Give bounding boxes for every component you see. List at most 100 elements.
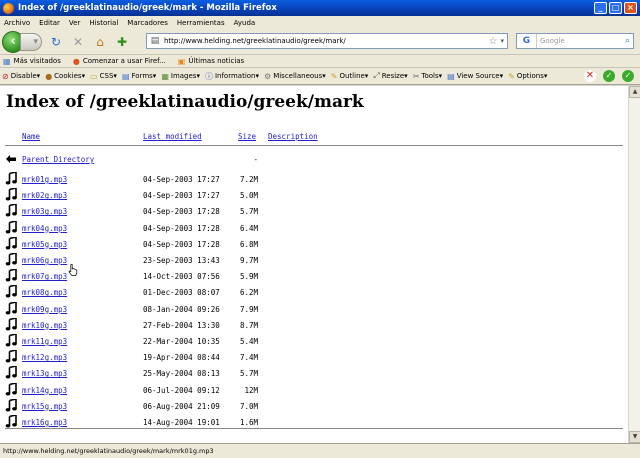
minimize-button[interactable]: _ (594, 2, 607, 14)
file-size-cell: 6.2M (239, 288, 258, 298)
dev-tools[interactable]: ✂ Tools▾ (413, 72, 442, 81)
bookmark-comenzar[interactable]: ● Comenzar a usar Firef... (73, 57, 166, 66)
search-icon[interactable]: ⌕ (625, 36, 630, 46)
file-name-cell: mrk07g.mp3 (22, 272, 67, 281)
file-date-cell: 01-Dec-2003 08:07 (143, 288, 220, 298)
bookmark-label: Más visitados (13, 57, 61, 65)
column-size-header[interactable]: Size (238, 132, 256, 141)
cookie-icon: ● (45, 71, 53, 81)
sort-name-link[interactable]: Name (22, 132, 40, 141)
disable-icon: ⊘ (2, 71, 9, 81)
bookmark-ultimas-noticias[interactable]: ▣ Últimas noticias (178, 57, 244, 66)
column-name-header[interactable]: Name (22, 132, 40, 141)
file-name-cell: mrk08g.mp3 (22, 288, 67, 297)
url-bar[interactable]: ▤ http://www.helding.net/greeklatinaudio… (146, 33, 508, 49)
file-link[interactable]: mrk05g.mp3 (22, 240, 67, 249)
js-status-icon[interactable]: ✓ (622, 70, 634, 82)
dev-css[interactable]: ▭ CSS▾ (90, 72, 117, 81)
home-icon[interactable]: ⌂ (92, 34, 108, 50)
sort-size-link[interactable]: Size (238, 132, 256, 141)
page-content: Index of /greeklatinaudio/greek/mark Nam… (0, 86, 628, 443)
file-link[interactable]: mrk02g.mp3 (22, 191, 67, 200)
maximize-button[interactable]: □ (609, 2, 622, 14)
file-link[interactable]: mrk13g.mp3 (22, 369, 67, 378)
file-link[interactable]: mrk14g.mp3 (22, 386, 67, 395)
bookmark-mas-visitados[interactable]: ▦ Más visitados (3, 57, 61, 66)
dev-miscellaneous[interactable]: ⚙ Miscellaneous▾ (264, 72, 326, 81)
file-size-cell: 5.7M (239, 207, 258, 217)
search-input[interactable]: Google (540, 37, 625, 45)
dev-cookies[interactable]: ● Cookies▾ (45, 72, 85, 81)
menu-marcadores[interactable]: Marcadores (127, 19, 168, 27)
url-dropdown-icon[interactable]: ▾ (500, 37, 504, 45)
star-bookmark-icon[interactable]: ☆ (489, 36, 498, 47)
menu-ver[interactable]: Ver (69, 19, 80, 27)
dev-outline[interactable]: ✎ Outline▾ (331, 72, 369, 81)
audio-file-icon (5, 187, 17, 201)
dev-images[interactable]: ▦ Images▾ (161, 72, 200, 81)
column-modified-header[interactable]: Last modified (143, 132, 202, 141)
file-date-cell: 04-Sep-2003 17:27 (143, 191, 220, 201)
scroll-up-arrow[interactable]: ▲ (629, 86, 640, 98)
file-size-cell: 5.4M (239, 337, 258, 346)
file-link[interactable]: mrk01g.mp3 (22, 175, 67, 184)
table-row: mrk11g.mp3 22-Mar-2004 10:35 5.4M (0, 332, 628, 350)
audio-file-icon (5, 316, 17, 331)
file-name-cell: Parent Directory (22, 155, 94, 164)
dev-resize[interactable]: ⤢ Resize▾ (373, 71, 407, 81)
menu-historial[interactable]: Historial (89, 19, 118, 27)
vertical-scrollbar[interactable]: ▲ ▼ (628, 86, 640, 443)
search-engine-icon[interactable]: G (517, 34, 537, 48)
file-size-cell: 5.9M (239, 272, 258, 282)
file-link[interactable]: mrk08g.mp3 (22, 288, 67, 297)
file-date-cell: 04-Sep-2003 17:28 (143, 239, 220, 249)
file-date-cell: 04-Sep-2003 17:28 (143, 207, 220, 217)
file-link[interactable]: mrk12g.mp3 (22, 353, 67, 362)
dev-options[interactable]: ✎ Options▾ (508, 72, 547, 81)
file-size-cell: 5.7M (239, 369, 258, 379)
dev-view-source[interactable]: ▤ View Source▾ (447, 72, 503, 81)
outline-icon: ✎ (330, 71, 338, 81)
close-window-button[interactable]: × (624, 2, 637, 14)
add-bookmark-icon[interactable]: ✚ (114, 34, 130, 50)
audio-file-icon (5, 365, 17, 379)
reload-icon[interactable]: ↻ (48, 34, 64, 50)
file-link[interactable]: mrk06g.mp3 (22, 256, 67, 265)
css-status-icon[interactable]: ✓ (603, 70, 615, 82)
file-link[interactable]: mrk11g.mp3 (22, 337, 67, 346)
column-description-header[interactable]: Description (268, 132, 318, 141)
table-row: mrk02g.mp3 04-Sep-2003 17:27 5.0M (0, 187, 628, 204)
sort-description-link[interactable]: Description (268, 132, 318, 141)
url-input[interactable]: http://www.helding.net/greeklatinaudio/g… (164, 37, 489, 45)
menu-archivo[interactable]: Archivo (4, 19, 30, 27)
scroll-down-arrow[interactable]: ▼ (629, 431, 640, 443)
dev-disable[interactable]: ⊘ Disable▾ (2, 72, 40, 81)
table-row: mrk04g.mp3 04-Sep-2003 17:28 6.4M (0, 219, 628, 237)
sort-modified-link[interactable]: Last modified (143, 132, 202, 141)
audio-file-icon (5, 300, 17, 315)
file-link[interactable]: mrk15g.mp3 (22, 402, 67, 411)
dev-label: Disable▾ (10, 72, 41, 80)
dev-information[interactable]: ⓘ Information▾ (205, 71, 259, 82)
search-box[interactable]: G Google ⌕ (516, 33, 634, 49)
forms-icon: ▤ (121, 71, 130, 81)
file-link[interactable]: mrk16g.mp3 (22, 418, 67, 427)
file-size-cell: 5.0M (239, 191, 258, 201)
file-name-cell: mrk15g.mp3 (22, 402, 67, 411)
dev-label: Images▾ (170, 72, 200, 80)
dev-forms[interactable]: ▤ Forms▾ (122, 72, 156, 81)
menu-ayuda[interactable]: Ayuda (234, 19, 256, 27)
menu-editar[interactable]: Editar (39, 19, 60, 27)
file-link[interactable]: mrk04g.mp3 (22, 224, 67, 233)
file-link[interactable]: mrk10g.mp3 (22, 321, 67, 330)
file-link[interactable]: mrk03g.mp3 (22, 207, 67, 216)
file-name-cell: mrk10g.mp3 (22, 321, 67, 330)
options-icon: ✎ (508, 71, 515, 81)
file-link[interactable]: Parent Directory (22, 155, 94, 164)
stop-icon[interactable]: ✕ (70, 34, 86, 50)
forward-button[interactable]: ▾ (20, 32, 42, 51)
error-status-icon[interactable]: ✕ (584, 70, 596, 82)
file-link[interactable]: mrk07g.mp3 (22, 272, 67, 281)
file-link[interactable]: mrk09g.mp3 (22, 305, 67, 314)
menu-herramientas[interactable]: Herramientas (177, 19, 225, 27)
